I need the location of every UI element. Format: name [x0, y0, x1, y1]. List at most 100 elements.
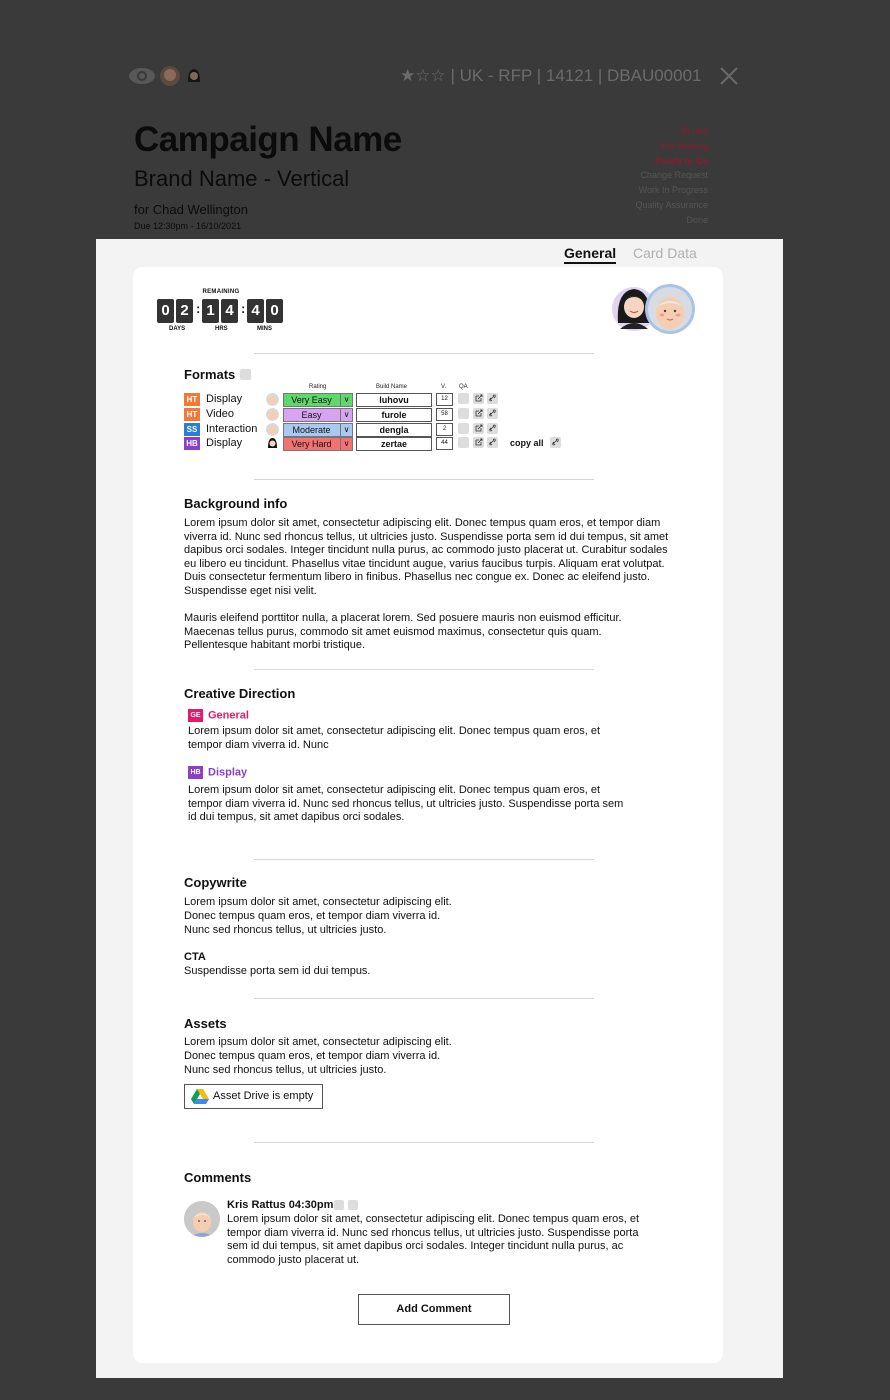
open-external-icon[interactable]: [473, 408, 484, 419]
countdown-timer: REMAINING 0 2 : 1 4 : 4 0 DAYS HRS MINS: [157, 289, 287, 333]
format-badge: HT: [184, 393, 200, 406]
format-badge: SS: [184, 423, 200, 436]
colon-separator: :: [196, 301, 201, 316]
link-icon[interactable]: [487, 423, 498, 434]
status-option[interactable]: Info Missing: [635, 139, 708, 154]
tab-card-data[interactable]: Card Data: [633, 245, 697, 261]
days-label: DAYS: [169, 326, 186, 332]
remaining-label: REMAINING: [202, 289, 240, 295]
version-field[interactable]: 2: [436, 423, 453, 436]
link-icon[interactable]: [550, 437, 561, 448]
version-field[interactable]: 44: [436, 437, 453, 450]
creative-general-text: Lorem ipsum dolor sit amet, consectetur …: [188, 725, 601, 751]
assets-line: Lorem ipsum dolor sit amet, consectetur …: [184, 1036, 452, 1048]
cta-label: CTA: [184, 951, 206, 963]
asset-drive-button[interactable]: Asset Drive is empty: [184, 1084, 323, 1109]
due-date: Due 12:30pm - 16/10/2021: [134, 221, 242, 231]
section-divider: [254, 1142, 594, 1143]
build-name-field[interactable]: luhovu: [356, 393, 432, 407]
assignee-avatar-icon[interactable]: [266, 423, 279, 436]
background-title: Background info: [184, 496, 288, 511]
chevron-down-icon[interactable]: ∨: [340, 394, 352, 406]
status-option[interactable]: Done: [635, 213, 708, 228]
rating-select[interactable]: Easy ∨: [283, 408, 353, 422]
chevron-down-icon[interactable]: ∨: [340, 424, 352, 436]
creative-general-label: General: [208, 709, 249, 722]
eye-icon[interactable]: [128, 66, 156, 86]
edit-comment-icon[interactable]: [334, 1200, 344, 1210]
format-name: Video: [206, 408, 234, 420]
copy-all-label[interactable]: copy all: [510, 438, 544, 448]
version-field[interactable]: 58: [436, 408, 453, 421]
mins-label: MINS: [257, 326, 272, 332]
assignee-avatars[interactable]: [610, 283, 700, 339]
chevron-down-icon[interactable]: ∨: [340, 438, 352, 450]
assignee-avatar-icon[interactable]: [266, 408, 279, 421]
brand-name: Brand Name - Vertical: [134, 166, 350, 191]
assets-line: Donec tempus quam eros, et tempor diam v…: [184, 1050, 441, 1062]
hours-digit: 1: [202, 299, 219, 323]
user-avatar-icon[interactable]: [184, 66, 204, 86]
open-external-icon[interactable]: [473, 437, 484, 448]
qa-checkbox[interactable]: [458, 423, 469, 434]
campaign-title: Campaign Name: [134, 120, 402, 159]
copywrite-line: Donec tempus quam eros, et tempor diam v…: [184, 910, 441, 922]
build-name-field[interactable]: dengla: [356, 423, 432, 437]
google-drive-icon: [191, 1089, 209, 1104]
user-avatar-icon[interactable]: [160, 66, 180, 86]
qa-checkbox[interactable]: [458, 437, 469, 448]
status-option[interactable]: Work In Progress: [635, 183, 708, 198]
colon-separator: :: [241, 301, 246, 316]
status-option[interactable]: Change Request: [635, 168, 708, 183]
open-external-icon[interactable]: [473, 393, 484, 404]
comment-text: Lorem ipsum dolor sit amet, consectetur …: [227, 1213, 640, 1266]
man-avatar-icon: [645, 284, 695, 334]
mins-digit: 0: [266, 299, 283, 323]
chevron-down-icon[interactable]: ∨: [340, 409, 352, 421]
close-icon[interactable]: [718, 65, 740, 87]
copywrite-line: Lorem ipsum dolor sit amet, consectetur …: [184, 896, 452, 908]
commenter-avatar-icon: [184, 1201, 220, 1237]
status-option[interactable]: To rate: [635, 124, 708, 139]
tab-general[interactable]: General: [564, 245, 617, 264]
assets-title: Assets: [184, 1016, 227, 1031]
build-name-field[interactable]: furole: [356, 408, 432, 422]
open-external-icon[interactable]: [473, 423, 484, 434]
ge-badge: GE: [188, 709, 203, 722]
link-icon[interactable]: [487, 393, 498, 404]
assignee-avatar-icon[interactable]: [266, 393, 279, 406]
link-icon[interactable]: [487, 408, 498, 419]
card-meta-line: ★☆☆ | UK - RFP | 14121 | DBAU00001: [400, 66, 702, 85]
status-option[interactable]: Quality Assurance: [635, 198, 708, 213]
rating-value: Very Easy: [291, 395, 332, 405]
rating-select[interactable]: Moderate ∨: [283, 423, 353, 437]
format-badge: HB: [184, 437, 200, 450]
mins-digit: 4: [247, 299, 264, 323]
format-badge: HT: [184, 408, 200, 421]
status-list: To rate Info Missing Ready to Go Change Req…: [635, 124, 708, 228]
assignee-avatar-icon[interactable]: [266, 437, 279, 450]
hours-digit: 4: [221, 299, 238, 323]
format-name: Interaction: [206, 423, 258, 435]
days-digit: 0: [157, 299, 174, 323]
build-col-header: Build Name: [376, 384, 408, 390]
section-divider: [254, 669, 594, 670]
qa-checkbox[interactable]: [458, 408, 469, 419]
link-icon[interactable]: [487, 437, 498, 448]
creative-display-text: Lorem ipsum dolor sit amet, consectetur …: [188, 784, 624, 824]
version-field[interactable]: 12: [436, 393, 453, 406]
rating-select[interactable]: Very Easy ∨: [283, 393, 353, 407]
formats-title: Formats: [184, 367, 236, 382]
status-option[interactable]: Ready to Go: [635, 154, 708, 169]
rating-select[interactable]: Very Hard ∨: [283, 437, 353, 451]
delete-comment-icon[interactable]: [348, 1200, 358, 1210]
edit-icon[interactable]: [240, 369, 251, 380]
build-name-field[interactable]: zertae: [356, 437, 432, 451]
days-digit: 2: [176, 299, 193, 323]
qa-checkbox[interactable]: [458, 393, 469, 404]
creative-general-heading: GE General: [188, 709, 249, 722]
section-divider: [254, 479, 594, 480]
add-comment-button[interactable]: Add Comment: [358, 1294, 510, 1325]
creative-direction-title: Creative Direction: [184, 686, 296, 701]
asset-drive-label: Asset Drive is empty: [213, 1090, 314, 1102]
